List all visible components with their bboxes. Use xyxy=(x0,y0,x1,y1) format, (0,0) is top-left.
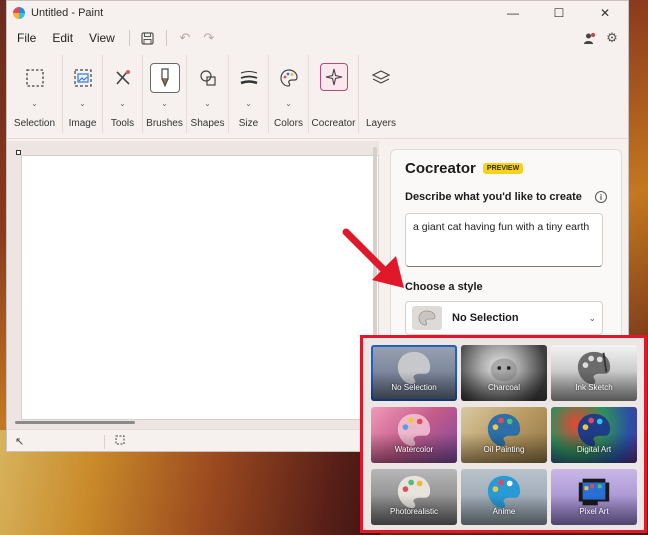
cursor-position-icon: ↖ xyxy=(15,436,25,448)
chevron-down-icon[interactable]: ⌄ xyxy=(204,99,211,109)
style-option-label: Anime xyxy=(492,507,516,516)
title-bar: Untitled - Paint — ☐ ✕ xyxy=(7,1,628,25)
ribbon-label: Cocreator xyxy=(311,118,356,129)
chevron-down-icon[interactable]: ⌄ xyxy=(285,99,292,109)
style-option-anime[interactable]: Anime xyxy=(461,469,547,525)
window-title: Untitled - Paint xyxy=(31,7,104,19)
window-controls: — ☐ ✕ xyxy=(490,1,628,25)
save-icon[interactable] xyxy=(136,27,160,49)
ribbon-group-size[interactable]: ⌄ Size xyxy=(229,55,269,133)
palette-icon xyxy=(274,63,304,93)
image-icon xyxy=(68,63,98,93)
ribbon-label: Selection xyxy=(13,118,56,129)
ribbon-group-tools[interactable]: ⌄ Tools xyxy=(103,55,143,133)
style-option-pixel-art[interactable]: Pixel Art xyxy=(551,469,637,525)
canvas-area xyxy=(7,141,379,429)
preview-badge: PREVIEW xyxy=(482,163,524,174)
style-option-label: Watercolor xyxy=(394,445,434,454)
ribbon-group-layers[interactable]: Layers xyxy=(359,55,403,133)
chevron-down-icon[interactable]: ⌄ xyxy=(119,99,126,109)
choose-style-label: Choose a style xyxy=(405,281,483,293)
minimize-icon[interactable]: — xyxy=(490,1,536,25)
chevron-down-icon: ⌄ xyxy=(588,312,596,323)
size-lines-icon xyxy=(234,63,264,93)
style-option-charcoal[interactable]: Charcoal xyxy=(461,345,547,401)
paint-app-icon xyxy=(13,7,25,19)
selection-icon xyxy=(20,63,50,93)
style-option-label: Digital Art xyxy=(576,445,612,454)
ribbon-group-brushes[interactable]: ⌄ Brushes xyxy=(143,55,187,133)
ribbon-label: Shapes xyxy=(190,118,225,129)
ribbon-group-shapes[interactable]: ⌄ Shapes xyxy=(187,55,229,133)
maximize-icon[interactable]: ☐ xyxy=(536,1,582,25)
style-option-watercolor[interactable]: Watercolor xyxy=(371,407,457,463)
drawing-canvas[interactable] xyxy=(21,155,379,420)
style-selected-value: No Selection xyxy=(452,312,519,324)
style-dropdown[interactable]: No Selection ⌄ xyxy=(405,301,603,335)
account-icon[interactable] xyxy=(576,27,600,49)
horizontal-scrollbar[interactable] xyxy=(15,421,135,424)
style-option-label: Ink Sketch xyxy=(575,383,613,392)
ribbon-label: Colors xyxy=(274,118,303,129)
ribbon-group-image[interactable]: ⌄ Image xyxy=(63,55,103,133)
status-divider xyxy=(104,434,106,449)
status-bar: ↖ xyxy=(7,429,379,451)
style-thumbnail-icon xyxy=(412,306,442,330)
cocreator-title: Cocreator xyxy=(405,160,476,177)
menu-divider xyxy=(128,30,130,46)
ribbon-toolbar: ⌄ Selection ⌄ Image ⌄ Tools ⌄ Brushes ⌄ … xyxy=(7,51,628,139)
style-option-label: Oil Painting xyxy=(483,445,525,454)
settings-gear-icon[interactable]: ⚙ xyxy=(600,27,624,49)
style-option-digital-art[interactable]: Digital Art xyxy=(551,407,637,463)
ribbon-group-selection[interactable]: ⌄ Selection xyxy=(7,55,63,133)
style-gallery-highlight: No Selection Charcoal Ink Sketch Waterco… xyxy=(360,335,647,533)
tools-icon xyxy=(108,63,138,93)
layers-icon xyxy=(366,63,396,93)
chevron-down-icon[interactable]: ⌄ xyxy=(79,99,86,109)
ribbon-group-cocreator[interactable]: Cocreator xyxy=(309,55,359,133)
redo-icon[interactable]: ↷ xyxy=(197,27,221,49)
menu-divider xyxy=(165,30,167,46)
ribbon-group-colors[interactable]: ⌄ Colors xyxy=(269,55,309,133)
chevron-down-icon[interactable]: ⌄ xyxy=(245,99,252,109)
chevron-down-icon[interactable]: ⌄ xyxy=(161,99,168,109)
describe-label: Describe what you'd like to create xyxy=(405,191,582,203)
ribbon-label: Image xyxy=(68,118,97,129)
cocreator-sparkle-icon xyxy=(319,63,348,91)
shapes-icon xyxy=(193,63,223,93)
ribbon-label: Brushes xyxy=(146,118,183,129)
style-gallery: No Selection Charcoal Ink Sketch Waterco… xyxy=(371,345,637,525)
red-arrow-annotation xyxy=(342,228,404,288)
selection-size-icon xyxy=(115,435,125,448)
style-option-label: Charcoal xyxy=(487,383,520,392)
ribbon-label: Size xyxy=(238,118,259,129)
menu-bar: File Edit View ↶ ↷ ⚙ xyxy=(7,25,628,51)
close-icon[interactable]: ✕ xyxy=(582,1,628,25)
chevron-down-icon[interactable]: ⌄ xyxy=(31,99,38,109)
style-option-ink-sketch[interactable]: Ink Sketch xyxy=(551,345,637,401)
ribbon-label: Layers xyxy=(365,118,396,129)
info-icon[interactable]: i xyxy=(595,191,607,203)
menu-view[interactable]: View xyxy=(81,31,123,45)
style-option-photorealistic[interactable]: Photorealistic xyxy=(371,469,457,525)
style-option-no-selection[interactable]: No Selection xyxy=(371,345,457,401)
style-option-label: No Selection xyxy=(391,383,437,392)
menu-edit[interactable]: Edit xyxy=(44,31,81,45)
style-option-label: Pixel Art xyxy=(579,507,609,516)
prompt-input[interactable]: a giant cat having fun with a tiny earth xyxy=(405,213,603,267)
style-option-oil-painting[interactable]: Oil Painting xyxy=(461,407,547,463)
brushes-icon xyxy=(149,63,180,93)
menu-file[interactable]: File xyxy=(9,31,44,45)
style-option-label: Photorealistic xyxy=(389,507,439,516)
undo-icon[interactable]: ↶ xyxy=(173,27,197,49)
ribbon-label: Tools xyxy=(110,118,135,129)
